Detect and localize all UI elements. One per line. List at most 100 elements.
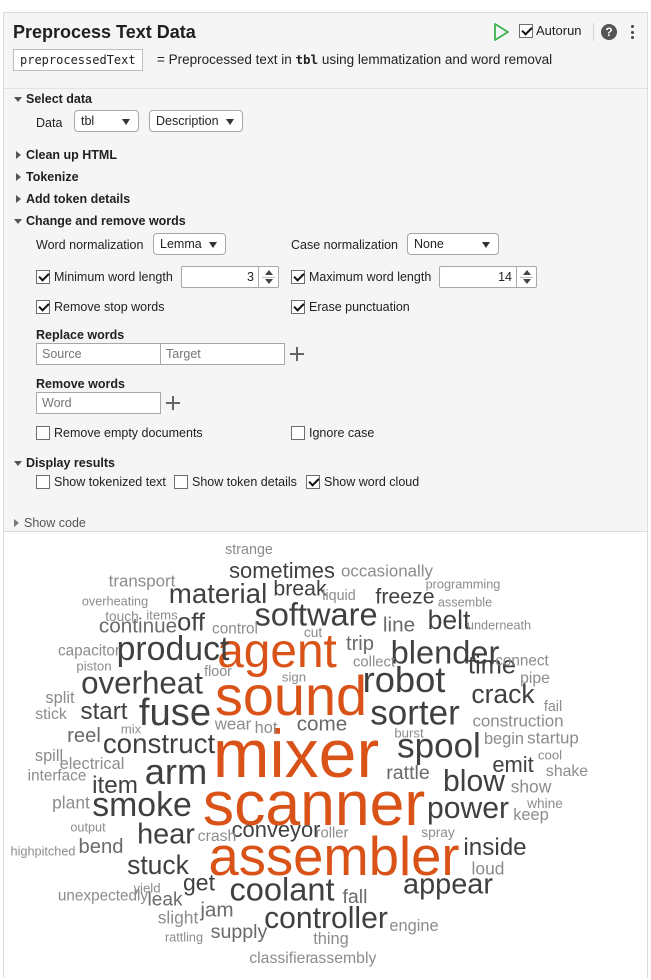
decrement-icon[interactable]: [523, 279, 531, 284]
output-variable-field[interactable]: preprocessedText: [13, 49, 143, 71]
more-options-icon[interactable]: [629, 24, 635, 40]
chevron-down-icon: [209, 242, 217, 248]
word-cloud-word: control: [212, 620, 258, 638]
variable-dropdown[interactable]: Description: [149, 110, 243, 132]
word-cloud-word: cut: [303, 625, 323, 641]
help-icon[interactable]: ?: [601, 24, 617, 40]
show-word-cloud-label: Show word cloud: [324, 475, 420, 489]
show-tokenized-text-toggle[interactable]: Show tokenized text: [36, 475, 166, 489]
word-cloud-word: supply: [210, 921, 268, 944]
word-cloud-word: cool: [537, 747, 563, 763]
remove-stop-words-checkbox[interactable]: [36, 300, 50, 314]
word-cloud-word: emit: [492, 752, 534, 778]
word-cloud-word: fall: [342, 886, 368, 909]
word-cloud-word: startup: [527, 728, 579, 748]
add-word-icon[interactable]: [166, 396, 180, 410]
increment-icon[interactable]: [265, 270, 273, 275]
section-label: Select data: [26, 92, 93, 106]
target-input[interactable]: [160, 343, 285, 365]
remove-empty-documents-checkbox[interactable]: [36, 426, 50, 440]
section-tokenize[interactable]: Tokenize: [14, 170, 79, 184]
autorun-checkbox[interactable]: [519, 23, 533, 38]
word-cloud-word: stuck: [127, 849, 189, 880]
word-cloud-word: programming: [425, 577, 501, 592]
word-cloud-word: power: [427, 791, 509, 825]
word-cloud-word: underneath: [466, 618, 532, 633]
remove-word-input[interactable]: [36, 392, 161, 414]
add-replacement-icon[interactable]: [290, 347, 304, 361]
task-title: Preprocess Text Data: [13, 22, 196, 42]
table-dropdown[interactable]: tbl: [74, 110, 139, 132]
summary-suffix: using lemmatization and word removal: [321, 52, 553, 67]
min-word-length-checkbox[interactable]: [36, 270, 50, 284]
case-normalization-value: None: [414, 237, 444, 251]
decrement-icon[interactable]: [265, 279, 273, 284]
word-cloud-word: arm: [144, 750, 208, 792]
section-clean-up-html[interactable]: Clean up HTML: [14, 148, 117, 162]
word-cloud-word: collect: [353, 654, 395, 671]
run-icon[interactable]: [493, 23, 509, 41]
word-cloud-word: pipe: [520, 670, 550, 688]
remove-empty-documents-label: Remove empty documents: [54, 426, 203, 440]
ignore-case-label: Ignore case: [309, 426, 375, 440]
word-cloud-word: break: [273, 576, 327, 601]
ignore-case-checkbox[interactable]: [291, 426, 305, 440]
spinner-buttons[interactable]: [516, 267, 536, 287]
remove-words-label: Remove words: [36, 377, 125, 391]
word-cloud-word: shake: [545, 763, 589, 781]
min-word-length-spinner[interactable]: 3: [181, 266, 279, 288]
ignore-case-toggle[interactable]: Ignore case: [291, 426, 374, 440]
word-cloud-word: connect: [495, 652, 549, 670]
case-normalization-dropdown[interactable]: None: [407, 233, 499, 255]
case-normalization-label: Case normalization: [291, 238, 398, 252]
summary-variable: tbl: [295, 52, 319, 67]
max-word-length-spinner[interactable]: 14: [439, 266, 537, 288]
collapse-arrow-icon: [16, 151, 21, 159]
section-add-token-details[interactable]: Add token details: [14, 192, 130, 206]
max-word-length-checkbox[interactable]: [291, 270, 305, 284]
word-cloud-word: rattling: [164, 930, 204, 945]
show-token-details-toggle[interactable]: Show token details: [174, 475, 297, 489]
word-cloud-word: construct: [102, 728, 216, 760]
word-cloud-word: thing: [313, 929, 349, 948]
spinner-buttons[interactable]: [258, 267, 278, 287]
word-cloud-word: reel: [67, 724, 101, 747]
autorun-toggle[interactable]: Autorun: [519, 23, 582, 38]
word-cloud-word: strange: [225, 541, 273, 558]
show-word-cloud-checkbox[interactable]: [306, 475, 320, 489]
remove-stop-words-toggle[interactable]: Remove stop words: [36, 300, 164, 314]
word-cloud-word: begin: [483, 729, 525, 748]
live-task-panel: Preprocess Text Data Autorun ? preproces…: [3, 12, 648, 532]
word-cloud-word: plant: [52, 792, 90, 813]
show-token-details-checkbox[interactable]: [174, 475, 188, 489]
source-input[interactable]: [36, 343, 161, 365]
max-word-length-toggle[interactable]: Maximum word length: [291, 270, 431, 284]
header-divider: [4, 88, 647, 89]
toolbar-divider: [593, 23, 594, 41]
word-normalization-dropdown[interactable]: Lemma: [153, 233, 226, 255]
erase-punctuation-toggle[interactable]: Erase punctuation: [291, 300, 410, 314]
remove-empty-documents-toggle[interactable]: Remove empty documents: [36, 426, 203, 440]
show-tokenized-text-checkbox[interactable]: [36, 475, 50, 489]
chevron-down-icon: [226, 119, 234, 125]
section-display-results[interactable]: Display results: [14, 456, 115, 470]
show-code-toggle[interactable]: Show code: [12, 516, 86, 530]
word-cloud-word: assemble: [437, 595, 493, 610]
word-cloud-word: conveyor: [231, 817, 321, 843]
section-select-data[interactable]: Select data: [14, 92, 92, 106]
min-word-length-value: 3: [247, 270, 254, 284]
word-cloud-word: split: [45, 688, 75, 707]
word-cloud-word: item: [92, 771, 138, 799]
word-cloud-word: piston: [76, 658, 112, 674]
section-label: Display results: [26, 456, 115, 470]
show-word-cloud-toggle[interactable]: Show word cloud: [306, 475, 419, 489]
min-word-length-toggle[interactable]: Minimum word length: [36, 270, 173, 284]
word-cloud-word: hot: [254, 718, 278, 737]
word-cloud-word: output: [70, 820, 106, 835]
word-cloud-word: show: [510, 776, 552, 797]
erase-punctuation-checkbox[interactable]: [291, 300, 305, 314]
section-change-remove-words[interactable]: Change and remove words: [14, 214, 186, 228]
collapse-arrow-icon: [14, 519, 19, 527]
increment-icon[interactable]: [523, 270, 531, 275]
word-cloud: mixer scanner sound assembler agent fuse robot…: [3, 532, 648, 978]
